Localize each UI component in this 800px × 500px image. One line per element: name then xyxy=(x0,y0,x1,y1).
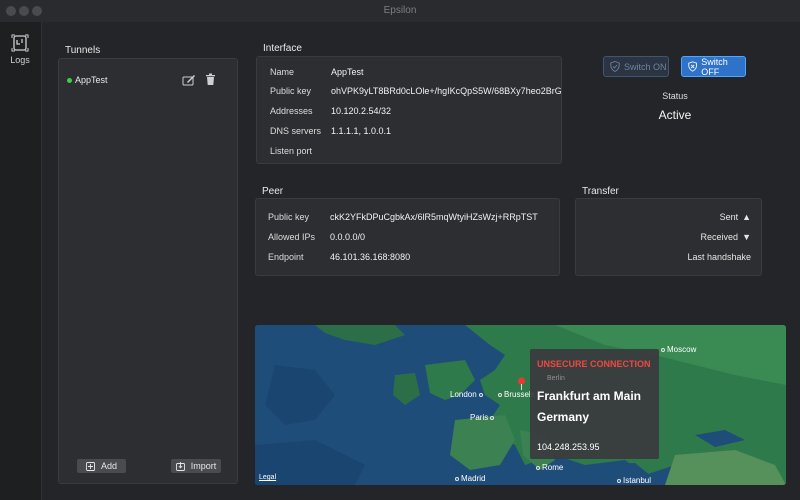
handshake-row: Last handshake xyxy=(687,252,751,262)
switch-on-button[interactable]: Switch ON xyxy=(603,56,669,77)
location-popup: UNSECURE CONNECTION Berlin Frankfurt am … xyxy=(530,349,659,459)
interface-addresses-label: Addresses xyxy=(270,106,313,116)
shield-check-icon xyxy=(610,61,620,72)
interface-dns-label: DNS servers xyxy=(270,126,322,136)
title-bar: Epsilon xyxy=(0,0,800,22)
logs-icon xyxy=(11,34,29,52)
popup-city: Frankfurt am Main xyxy=(537,389,642,403)
map-city-moscow: Moscow xyxy=(661,345,696,354)
tunnels-title: Tunnels xyxy=(65,45,101,56)
status-value: Active xyxy=(658,108,692,122)
sent-label: Sent xyxy=(719,212,739,222)
switch-off-label: Switch OFF xyxy=(701,56,728,77)
location-map[interactable]: Moscow London Brussels Paris Rome Madrid… xyxy=(255,325,786,485)
switch-off-button[interactable]: Switch OFF xyxy=(681,56,746,77)
map-city-london: London xyxy=(450,390,485,399)
tunnel-name: AppTest xyxy=(75,75,108,85)
interface-title: Interface xyxy=(263,43,302,54)
interface-panel: Name AppTest Public key ohVPK9yLT8BRd0cL… xyxy=(256,56,562,164)
city-marker-icon xyxy=(661,347,665,352)
interface-name-value: AppTest xyxy=(331,67,364,77)
import-icon xyxy=(175,461,185,471)
map-city-rome: Rome xyxy=(536,463,563,472)
map-city-paris: Paris xyxy=(470,413,496,422)
logs-label: Logs xyxy=(10,55,30,65)
switch-on-label: Switch ON xyxy=(624,61,667,72)
city-marker-icon xyxy=(478,392,483,397)
legal-link[interactable]: Legal xyxy=(259,474,276,481)
peer-public-key-value: ckK2YFkDPuCgbkAx/6lR5mqWtyiHZsWzj+RRpTST xyxy=(330,212,538,222)
trash-icon[interactable] xyxy=(205,73,216,86)
edit-icon[interactable] xyxy=(182,74,196,86)
tunnel-list-item[interactable]: AppTest xyxy=(65,73,231,88)
city-marker-icon xyxy=(617,478,621,483)
add-label: Add xyxy=(100,461,117,471)
popup-country: Germany xyxy=(537,410,590,424)
peer-endpoint-label: Endpoint xyxy=(268,252,304,262)
peer-endpoint-value: 46.101.36.168:8080 xyxy=(330,252,411,262)
interface-dns-value: 1.1.1.1, 1.0.0.1 xyxy=(331,126,392,136)
status-label: Status xyxy=(662,91,688,101)
sidebar: Logs xyxy=(0,22,42,500)
window-title: Epsilon xyxy=(383,5,417,16)
sent-row: Sent ▲ xyxy=(720,212,751,222)
logs-button[interactable]: Logs xyxy=(5,34,35,74)
interface-listen-port-label: Listen port xyxy=(270,146,313,156)
transfer-panel: Sent ▲ Received ▼ Last handshake xyxy=(575,198,762,276)
received-label: Received xyxy=(700,232,739,242)
peer-panel: Public key ckK2YFkDPuCgbkAx/6lR5mqWtyiHZ… xyxy=(255,198,560,276)
map-city-madrid: Madrid xyxy=(455,474,485,483)
city-marker-icon xyxy=(498,392,502,397)
interface-name-label: Name xyxy=(270,67,295,77)
map-terrain xyxy=(255,325,786,485)
handshake-label: Last handshake xyxy=(687,252,751,262)
received-row: Received ▼ xyxy=(701,232,751,242)
unsecure-warning: UNSECURE CONNECTION xyxy=(537,359,651,369)
arrow-down-icon: ▼ xyxy=(742,232,751,242)
tunnels-panel: AppTest Add Import xyxy=(58,58,238,484)
city-marker-icon xyxy=(536,465,540,470)
peer-allowed-ips-label: Allowed IPs xyxy=(268,232,316,242)
app-window: Epsilon Logs Tunnels AppTest Add Import … xyxy=(0,0,800,500)
interface-public-key-value: ohVPK9yLT8BRd0cLOle+/hgIKcQpS5W/68BXy7he… xyxy=(331,86,562,96)
popup-ip: 104.248.253.95 xyxy=(537,442,600,452)
map-pin-icon xyxy=(517,377,526,390)
city-marker-icon xyxy=(455,476,459,481)
plus-icon xyxy=(86,461,95,471)
popup-faded-city: Berlin xyxy=(547,375,565,382)
city-marker-icon xyxy=(490,415,495,420)
map-city-istanbul: Istanbul xyxy=(617,476,651,485)
peer-title: Peer xyxy=(262,186,284,197)
add-tunnel-button[interactable]: Add xyxy=(77,459,126,473)
import-tunnel-button[interactable]: Import xyxy=(171,459,221,473)
peer-allowed-ips-value: 0.0.0.0/0 xyxy=(330,232,366,242)
tunnel-status-dot xyxy=(67,78,72,83)
import-label: Import xyxy=(190,461,217,471)
arrow-up-icon: ▲ xyxy=(742,212,751,222)
shield-x-icon xyxy=(688,61,698,72)
interface-public-key-label: Public key xyxy=(270,86,312,96)
transfer-title: Transfer xyxy=(582,186,619,197)
peer-public-key-label: Public key xyxy=(268,212,310,222)
interface-addresses-value: 10.120.2.54/32 xyxy=(331,106,392,116)
